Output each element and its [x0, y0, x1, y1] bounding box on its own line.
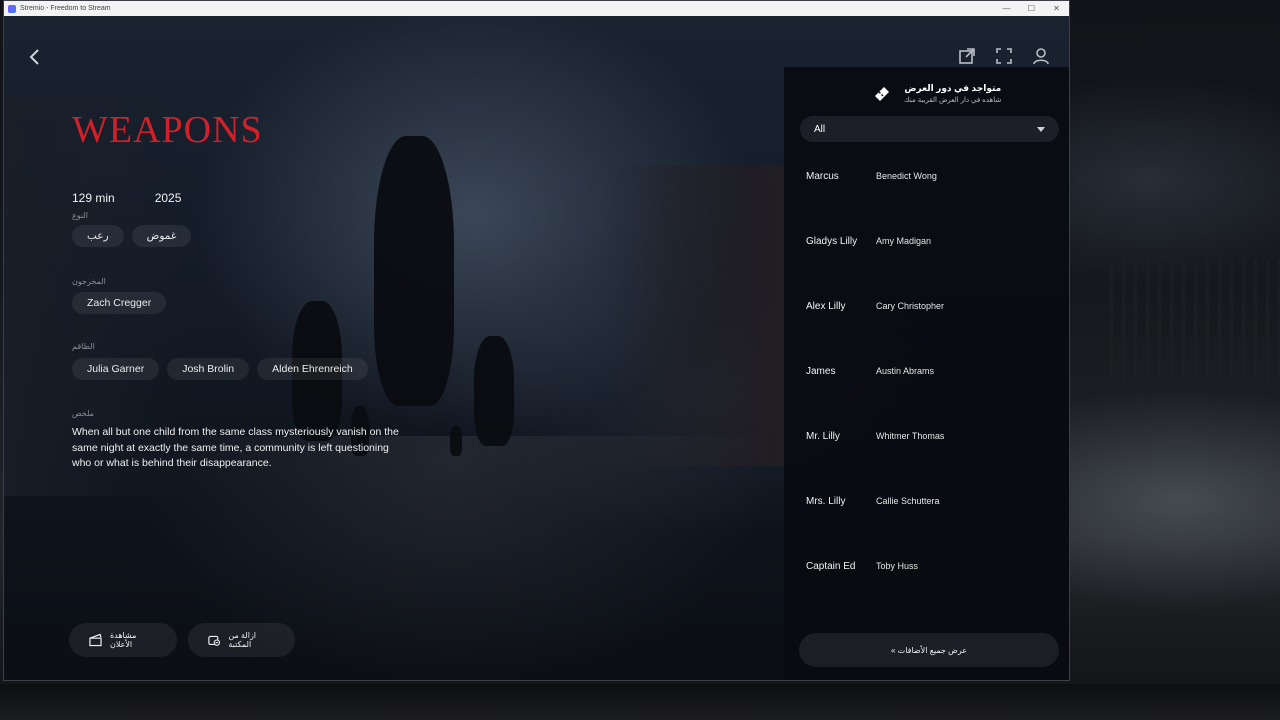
in-theaters-subtitle: شاهده في دار العرض القريبة منك: [904, 97, 1002, 104]
title-bar: Stremio - Freedom to Stream — ☐ ✕: [4, 1, 1069, 16]
cast-chip[interactable]: Josh Brolin: [167, 358, 250, 380]
fullscreen-icon[interactable]: [994, 46, 1014, 66]
character-name: Alex Lilly: [806, 301, 846, 312]
cast-chip[interactable]: Alden Ehrenreich: [257, 358, 368, 380]
cast-label: الطاقم: [72, 342, 95, 351]
actor-name: Cary Christopher: [876, 301, 945, 311]
cast-filter-value: All: [814, 123, 826, 135]
watch-trailer-button[interactable]: مشاهدة الأعلان: [69, 623, 177, 657]
cast-chip[interactable]: Julia Garner: [72, 358, 160, 380]
director-chip[interactable]: Zach Cregger: [72, 292, 167, 314]
cast-list-item[interactable]: Mrs. Lilly Callie Schuttera: [806, 484, 1056, 549]
actor-name: Benedict Wong: [876, 171, 937, 181]
movie-meta: 129 min 2025: [72, 191, 181, 205]
release-year: 2025: [154, 191, 182, 205]
backdrop-house-right: [604, 166, 784, 466]
genre-chip[interactable]: رعب: [72, 225, 124, 247]
backdrop-child-silhouette: [450, 426, 462, 456]
genre-chips: رعب غموض: [72, 225, 192, 247]
watch-trailer-label: مشاهدة الأعلان: [109, 631, 137, 649]
character-name: Captain Ed: [806, 561, 856, 572]
chevron-down-icon: [1037, 126, 1045, 132]
remove-from-library-label: ازالة من المكتبة: [228, 631, 257, 649]
back-arrow-icon[interactable]: [24, 46, 46, 68]
external-link-icon[interactable]: [957, 46, 977, 66]
desktop-fence: [1110, 260, 1280, 380]
actor-name: Toby Huss: [876, 561, 919, 571]
minimize-button[interactable]: —: [994, 1, 1019, 16]
show-all-addons-button[interactable]: « عرض جميع الأضافات: [799, 633, 1059, 667]
user-icon[interactable]: [1031, 46, 1051, 66]
character-name: James: [806, 366, 836, 377]
cast-list-item[interactable]: Marcus Benedict Wong: [806, 159, 1056, 224]
desktop-bottom-strip: [0, 684, 1280, 720]
cast-list-item[interactable]: Gladys Lilly Amy Madigan: [806, 224, 1056, 289]
actor-name: Austin Abrams: [876, 366, 935, 376]
character-name: Gladys Lilly: [806, 236, 858, 247]
window-controls: — ☐ ✕: [994, 1, 1069, 16]
cast-list-item[interactable]: Mr. Lilly Whitmer Thomas: [806, 419, 1056, 484]
close-button[interactable]: ✕: [1044, 1, 1069, 16]
library-remove-icon: [208, 635, 221, 646]
summary-label: ملخص: [72, 409, 94, 418]
cast-panel: متواجد في دور العرض شاهده في دار العرض ا…: [784, 67, 1069, 680]
cast-list-item[interactable]: Alex Lilly Cary Christopher: [806, 289, 1056, 354]
backdrop-child-silhouette: [374, 136, 454, 406]
maximize-button[interactable]: ☐: [1019, 1, 1044, 16]
in-theaters-info[interactable]: متواجد في دور العرض شاهده في دار العرض ا…: [872, 83, 1001, 104]
movie-summary: When all but one child from the same cla…: [72, 426, 399, 469]
character-name: Mrs. Lilly: [806, 496, 846, 507]
movie-title-logo: WEAPONS: [72, 109, 263, 151]
genre-label: النوع: [72, 211, 88, 220]
cast-filter-select[interactable]: All: [800, 116, 1059, 142]
character-name: Mr. Lilly: [806, 431, 840, 442]
cast-chips: Julia Garner Josh Brolin Alden Ehrenreic…: [72, 358, 368, 380]
backdrop-child-silhouette: [474, 336, 514, 446]
genre-chip[interactable]: غموض: [131, 225, 192, 247]
in-theaters-title: متواجد في دور العرض: [904, 83, 1002, 93]
clapperboard-icon: [89, 633, 102, 647]
window-title: Stremio - Freedom to Stream: [20, 5, 111, 12]
cast-list-item[interactable]: James Austin Abrams: [806, 354, 1056, 419]
ticket-icon: [875, 86, 889, 101]
actor-name: Whitmer Thomas: [876, 431, 945, 441]
runtime: 129 min: [72, 191, 115, 205]
director-chips: Zach Cregger: [72, 292, 167, 314]
actor-name: Callie Schuttera: [876, 496, 940, 506]
directors-label: المخرجون: [72, 277, 106, 286]
remove-from-library-button[interactable]: ازالة من المكتبة: [188, 623, 295, 657]
character-name: Marcus: [806, 171, 839, 182]
actor-name: Amy Madigan: [876, 236, 932, 246]
cast-list-item[interactable]: Captain Ed Toby Huss: [806, 549, 1056, 614]
app-window: Stremio - Freedom to Stream — ☐ ✕ WEAPON…: [3, 0, 1070, 681]
stremio-app-icon: [8, 4, 16, 13]
cast-list: Marcus Benedict Wong Gladys Lilly Amy Ma…: [806, 159, 1056, 614]
